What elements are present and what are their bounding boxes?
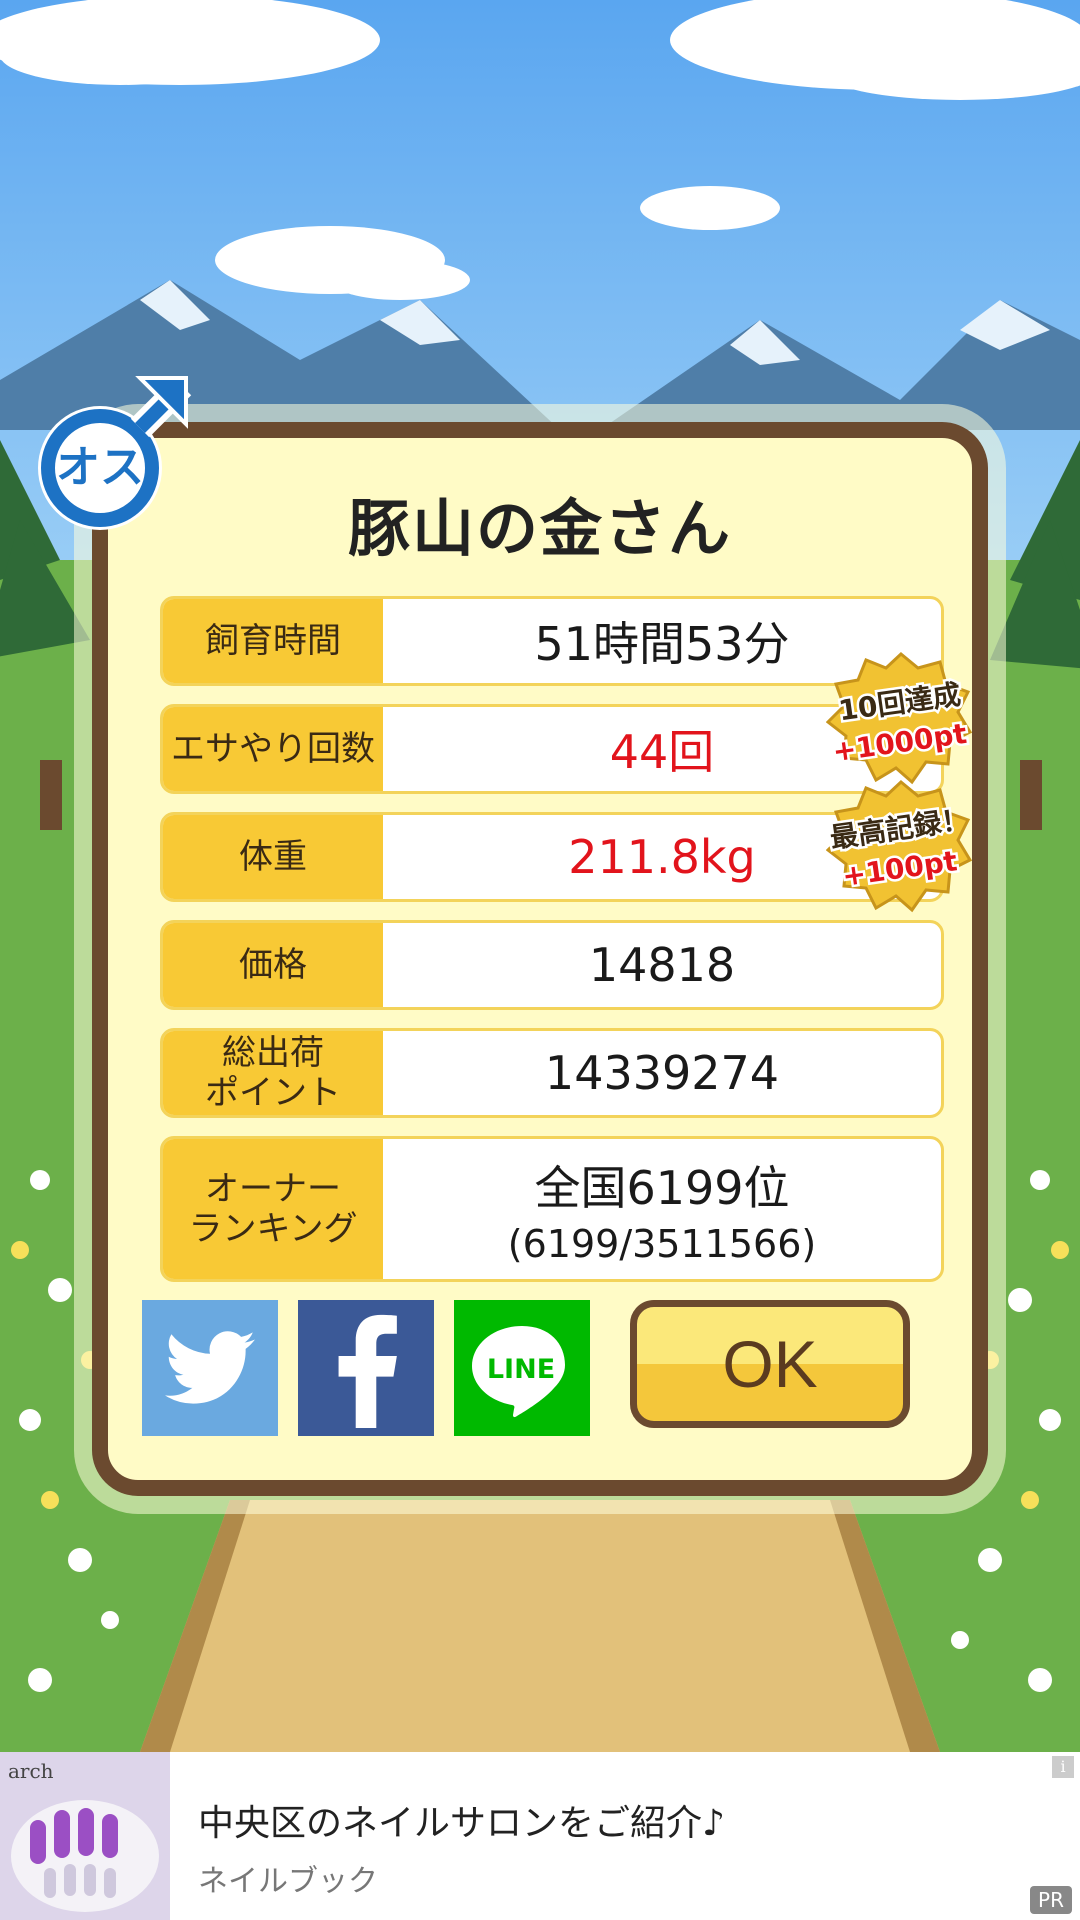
twitter-bird-icon — [165, 1331, 255, 1404]
pig-result-dialog: 豚山の金さん 飼育時間 51時間53分 エサやり回数 44回 体重 211.8k… — [92, 422, 988, 1496]
twitter-share-button[interactable] — [142, 1300, 278, 1436]
ok-button[interactable]: OK — [630, 1300, 910, 1428]
line-share-button[interactable]: LINE — [454, 1300, 590, 1436]
ad-subtitle: ネイルブック — [198, 1864, 378, 1899]
ad-pr-badge: PR — [1030, 1886, 1072, 1914]
ad-banner[interactable]: arch 中央区のネイルサロンをご紹介♪ ネイルブック i PR — [0, 1752, 1080, 1920]
facebook-share-button[interactable] — [298, 1300, 434, 1436]
stat-label: 総出荷 ポイント — [163, 1031, 383, 1115]
stat-row-total-points: 総出荷 ポイント 14339274 — [160, 1028, 944, 1118]
achievement-badge-weight: 最高記録！ +100pt — [826, 778, 976, 918]
ad-title[interactable]: 中央区のネイルサロンをご紹介♪ — [198, 1794, 725, 1846]
stat-value: 14818 — [588, 938, 736, 992]
stat-row-owner-ranking: オーナー ランキング 全国6199位 (6199/3511566) — [160, 1136, 944, 1282]
facebook-f-icon — [338, 1314, 397, 1428]
stat-label: エサやり回数 — [163, 707, 383, 791]
stat-label: 価格 — [163, 923, 383, 1007]
stat-label: 体重 — [163, 815, 383, 899]
stat-row-price: 価格 14818 — [160, 920, 944, 1010]
gender-label: オス — [56, 442, 144, 493]
line-logo-text: LINE — [487, 1354, 555, 1385]
stat-value: 14339274 — [544, 1046, 780, 1100]
ranking-detail: (6199/3511566) — [507, 1222, 817, 1266]
line-logo-icon: LINE — [472, 1326, 565, 1418]
achievement-badge-feed: 10回達成 +1000pt — [825, 650, 976, 790]
ad-thumb-brand: arch — [8, 1759, 54, 1783]
stat-label: 飼育時間 — [163, 599, 383, 683]
stat-label: オーナー ランキング — [163, 1139, 383, 1279]
ranking-value: 全国6199位 — [534, 1161, 790, 1215]
pig-name-title: 豚山の金さん — [347, 492, 732, 565]
ad-thumbnail[interactable]: arch — [0, 1752, 170, 1920]
ad-info-icon[interactable]: i — [1052, 1756, 1074, 1778]
male-gender-icon: オス — [36, 372, 196, 532]
